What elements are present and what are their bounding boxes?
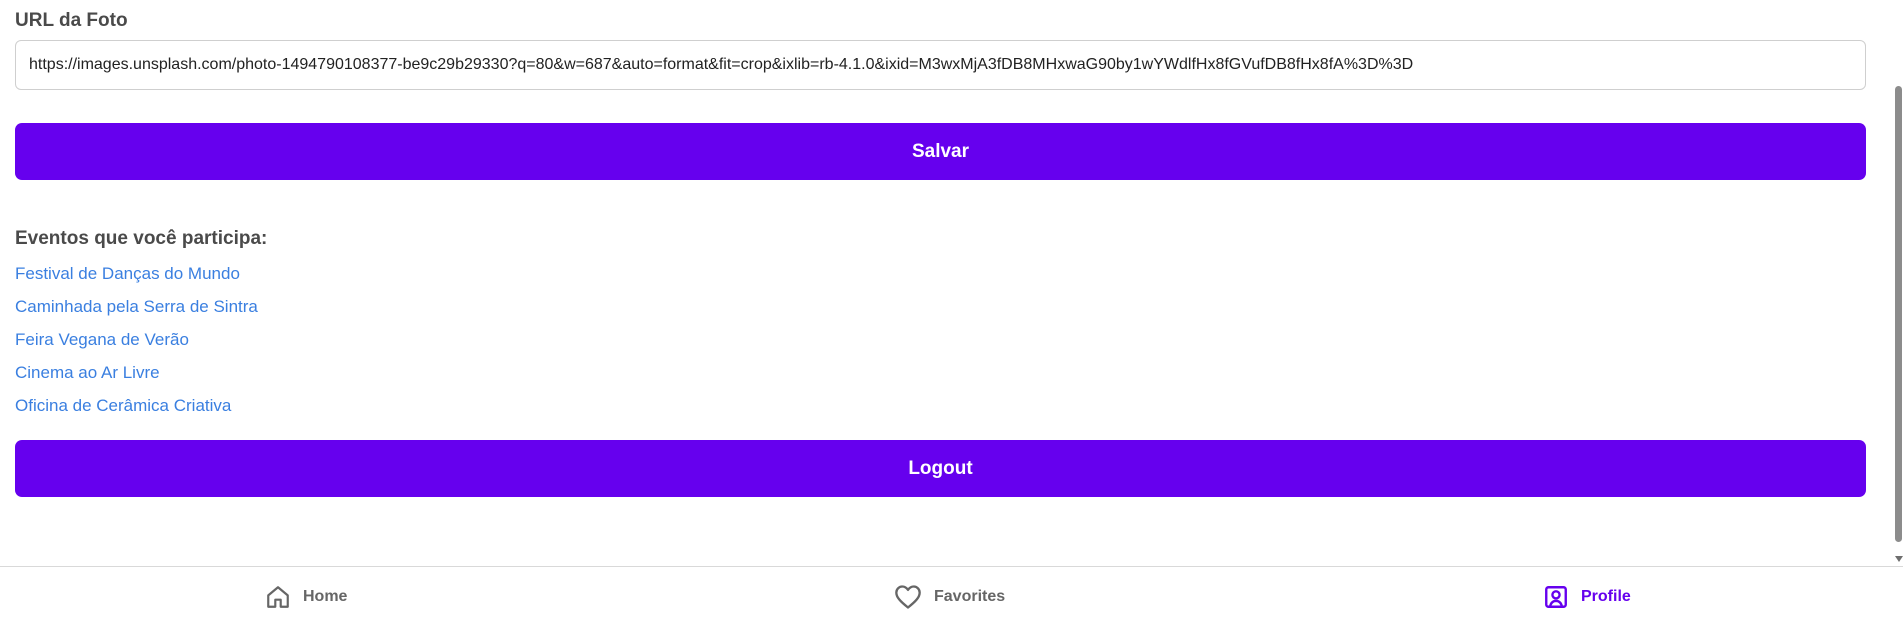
photo-url-input[interactable] — [15, 40, 1866, 90]
profile-icon — [1543, 584, 1569, 610]
nav-item-label: Profile — [1581, 588, 1631, 605]
list-item: Festival de Danças do Mundo — [15, 262, 258, 295]
heart-icon — [894, 584, 922, 610]
logout-button[interactable]: Logout — [15, 440, 1866, 497]
scroll-down-arrow-icon[interactable] — [1895, 556, 1903, 562]
event-link[interactable]: Cinema ao Ar Livre — [15, 363, 160, 382]
profile-page: URL da Foto Salvar Eventos que você part… — [0, 0, 1903, 626]
event-link[interactable]: Festival de Danças do Mundo — [15, 264, 240, 283]
events-list: Festival de Danças do Mundo Caminhada pe… — [15, 262, 258, 427]
events-heading: Eventos que você participa: — [15, 228, 268, 249]
list-item: Oficina de Cerâmica Criativa — [15, 394, 258, 427]
event-link[interactable]: Caminhada pela Serra de Sintra — [15, 297, 258, 316]
nav-item-profile[interactable]: Profile — [1543, 584, 1631, 610]
event-link[interactable]: Oficina de Cerâmica Criativa — [15, 396, 231, 415]
nav-item-favorites[interactable]: Favorites — [894, 584, 1005, 610]
event-link[interactable]: Feira Vegana de Verão — [15, 330, 189, 349]
nav-item-home[interactable]: Home — [265, 584, 347, 610]
nav-item-label: Favorites — [934, 588, 1006, 605]
home-icon — [265, 584, 291, 610]
scrollbar-thumb[interactable] — [1895, 86, 1902, 542]
vertical-scrollbar[interactable] — [1894, 0, 1903, 566]
url-field-label: URL da Foto — [15, 10, 128, 31]
list-item: Caminhada pela Serra de Sintra — [15, 295, 258, 328]
bottom-navigation: Home Favorites Profile — [0, 566, 1903, 626]
save-button[interactable]: Salvar — [15, 123, 1866, 180]
list-item: Cinema ao Ar Livre — [15, 361, 258, 394]
list-item: Feira Vegana de Verão — [15, 328, 258, 361]
nav-item-label: Home — [303, 588, 348, 605]
